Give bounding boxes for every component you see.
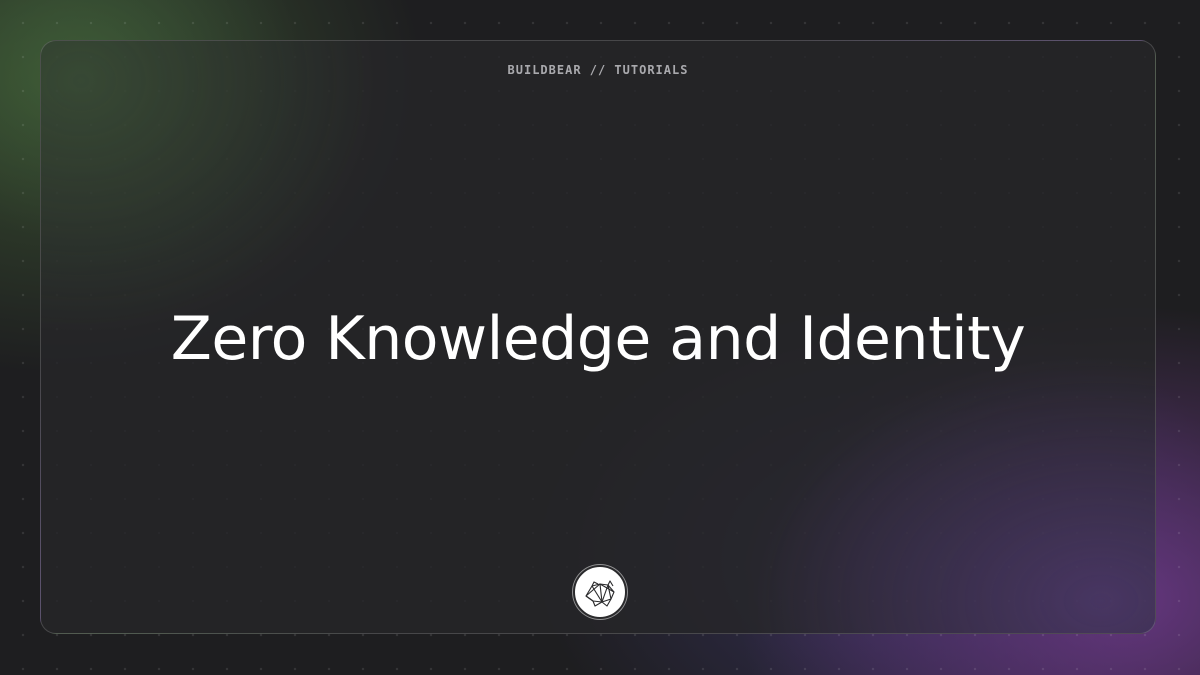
buildbear-logo (573, 565, 627, 619)
title-card: BUILDBEAR // TUTORIALS Zero Knowledge an… (40, 40, 1156, 634)
page-title: Zero Knowledge and Identity (170, 304, 1026, 374)
eyebrow-label: BUILDBEAR // TUTORIALS (507, 63, 689, 77)
thumbnail-canvas: BUILDBEAR // TUTORIALS Zero Knowledge an… (0, 0, 1200, 675)
bear-head-icon (585, 580, 615, 607)
